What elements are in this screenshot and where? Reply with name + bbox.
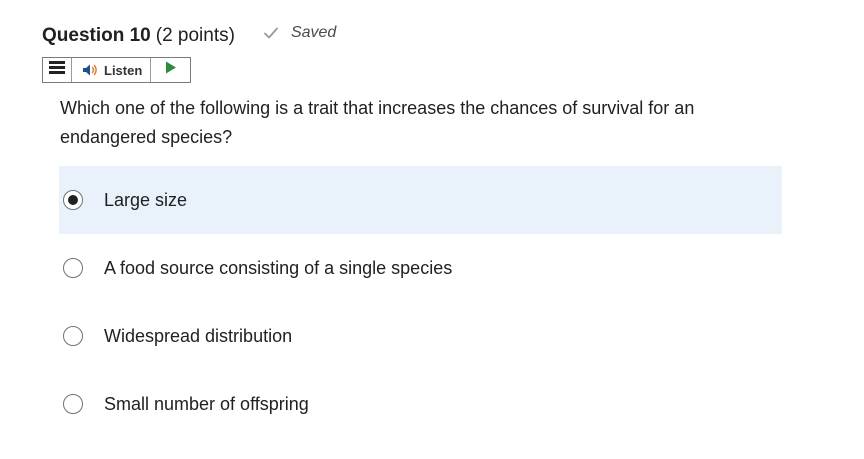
listen-toolbar: Listen — [42, 57, 191, 83]
radio-selected-dot — [68, 195, 78, 205]
radio-button[interactable] — [63, 258, 83, 278]
play-icon — [165, 61, 177, 79]
play-button[interactable] — [151, 58, 190, 82]
answer-option[interactable]: Large size — [59, 166, 782, 234]
listen-label: Listen — [104, 62, 143, 78]
radio-button[interactable] — [63, 190, 83, 210]
answer-option[interactable]: Small number of offspring — [59, 370, 782, 438]
hamburger-icon — [49, 61, 65, 79]
saved-label: Saved — [290, 24, 337, 41]
answer-option-label: Small number of offspring — [104, 393, 309, 414]
answer-options: Large size A food source consisting of a… — [59, 166, 782, 438]
answer-option[interactable]: Widespread distribution — [59, 302, 782, 370]
question-title: Question 10 — [42, 25, 151, 46]
radio-button[interactable] — [63, 326, 83, 346]
question-points: (2 points) — [155, 25, 235, 46]
speaker-icon — [82, 63, 100, 77]
question-text: Which one of the following is a trait th… — [60, 98, 695, 147]
answer-option-label: Widespread distribution — [104, 325, 293, 346]
answer-option-label: A food source consisting of a single spe… — [104, 257, 453, 278]
radio-button[interactable] — [63, 394, 83, 414]
question-header: Question 10 (2 points) Saved — [42, 24, 336, 47]
menu-button[interactable] — [43, 58, 72, 82]
answer-option-label: Large size — [104, 189, 188, 210]
listen-button[interactable]: Listen — [72, 58, 152, 82]
check-icon — [263, 25, 279, 41]
answer-option[interactable]: A food source consisting of a single spe… — [59, 234, 782, 302]
saved-status: Saved — [263, 24, 336, 42]
